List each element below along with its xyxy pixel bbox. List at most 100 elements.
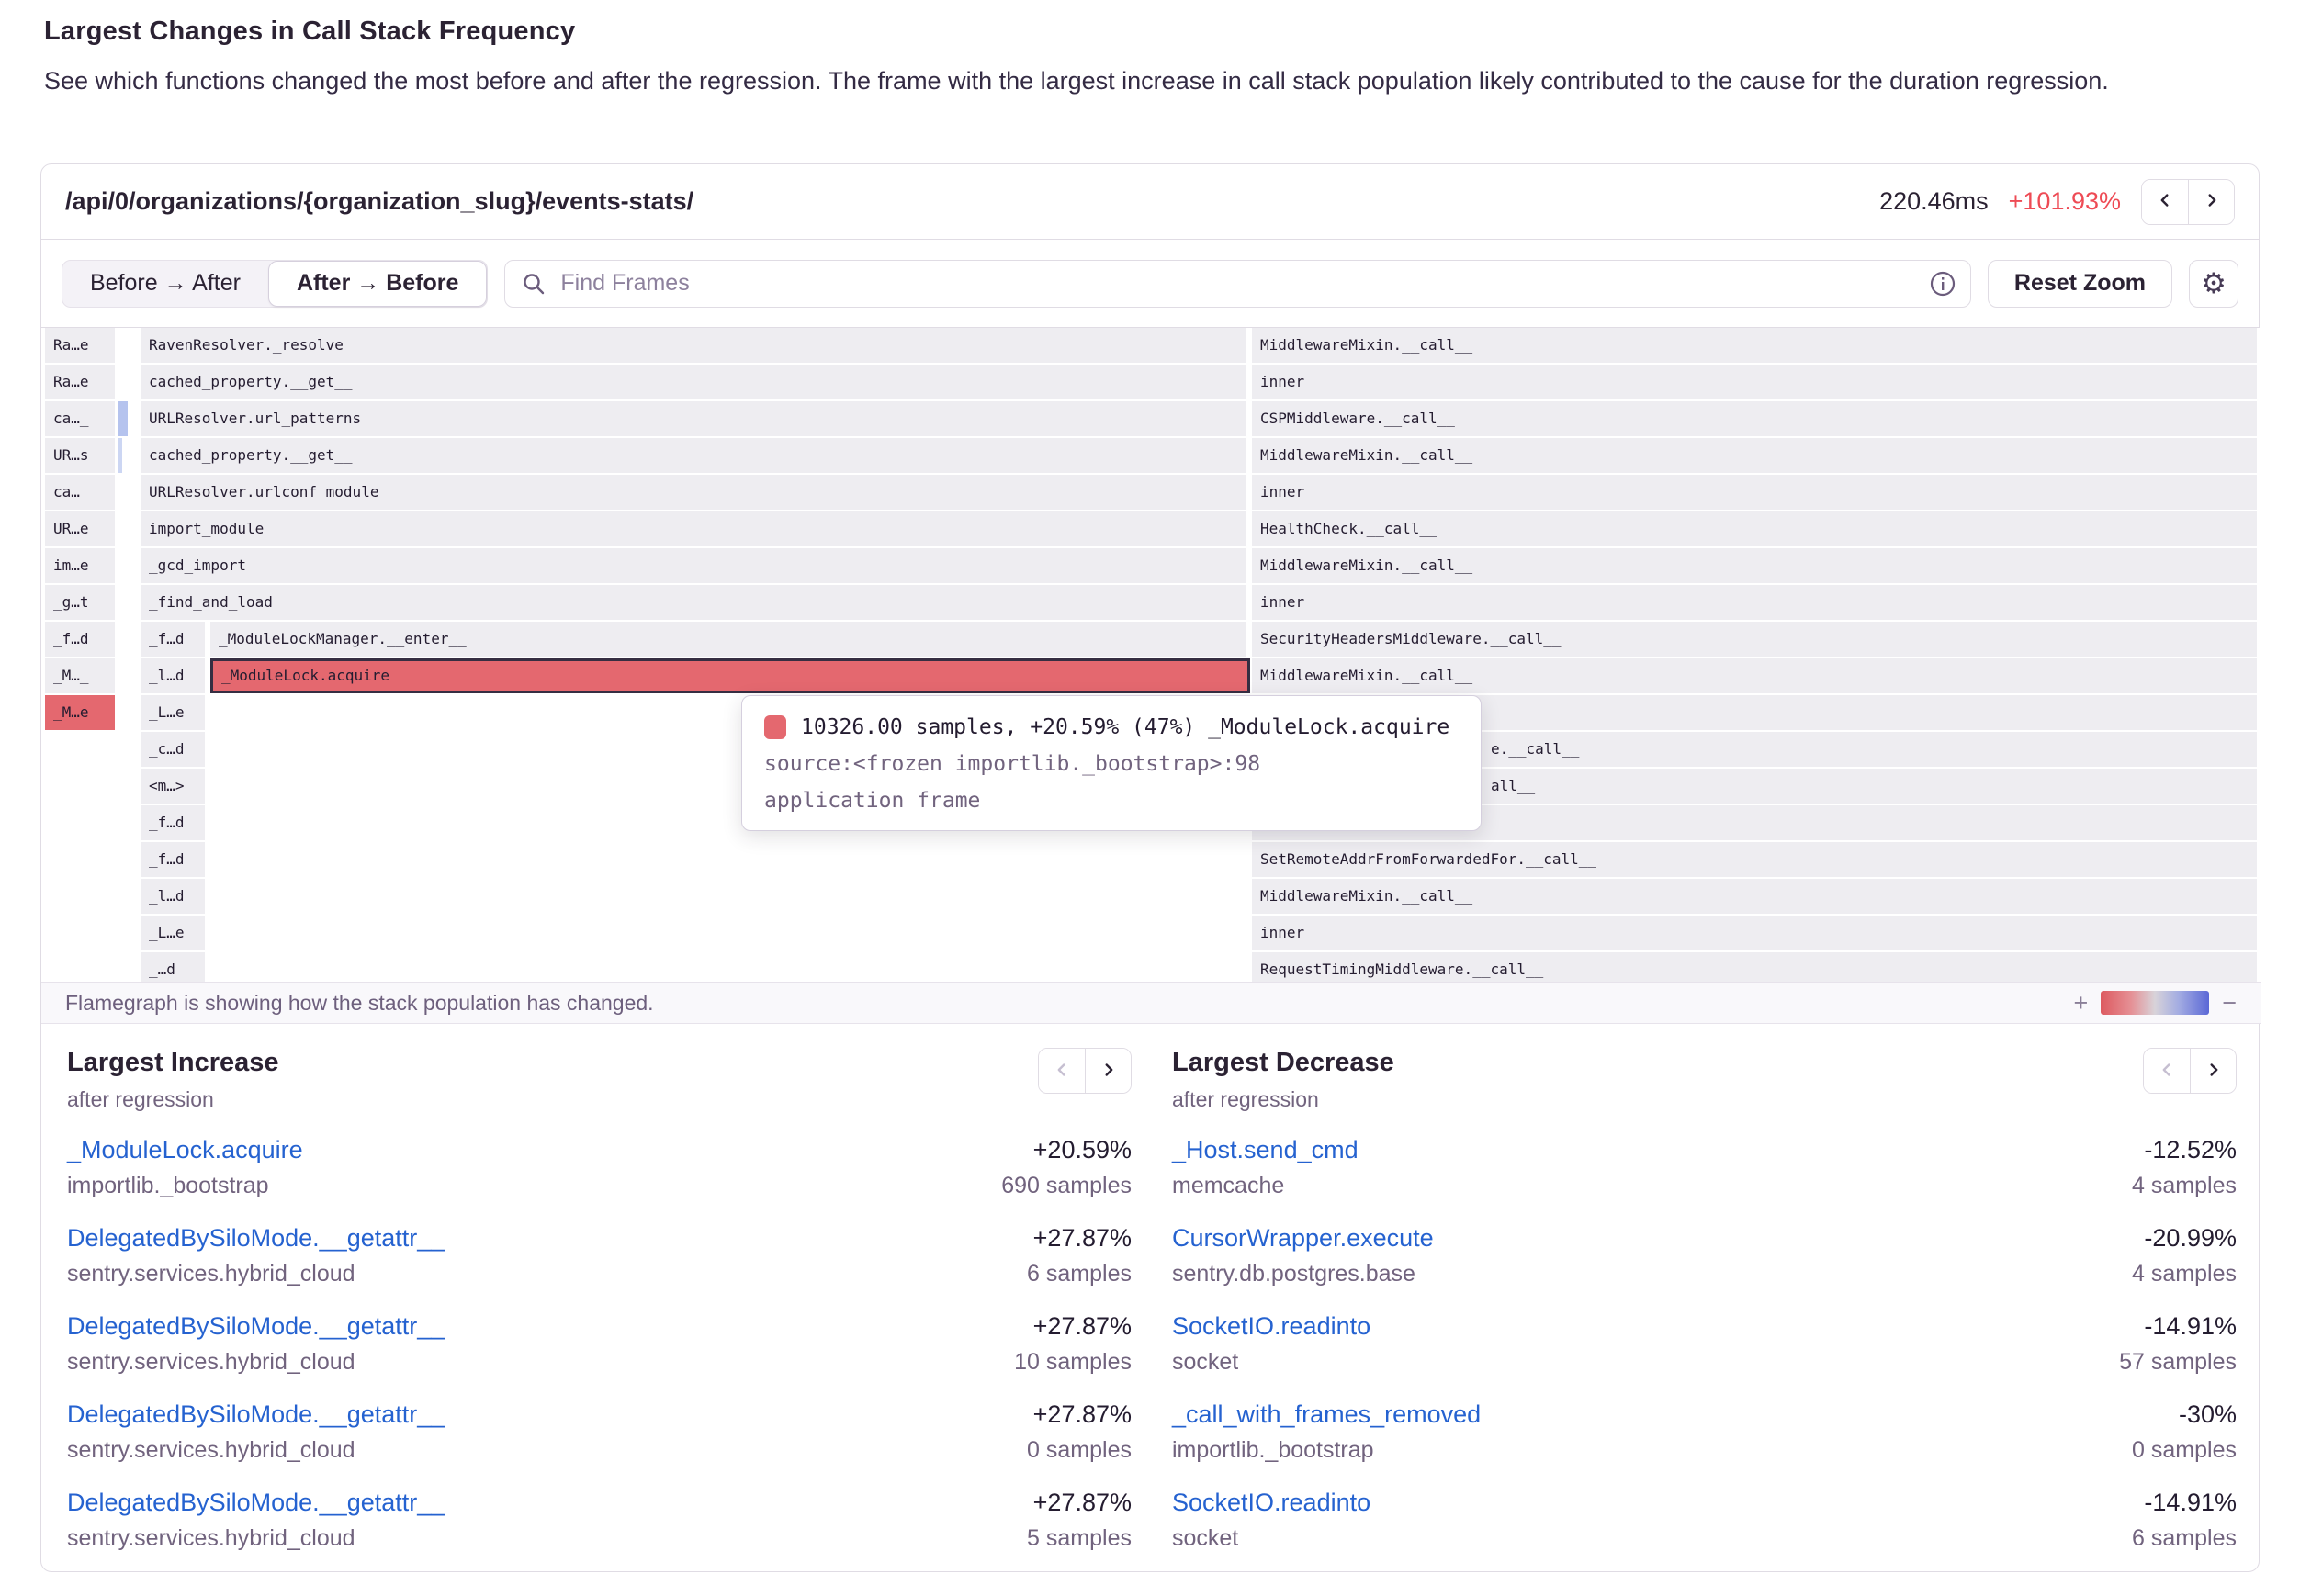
settings-button[interactable]: ⚙ <box>2189 260 2238 308</box>
flame-frame-left[interactable]: _L…e <box>141 695 205 730</box>
legend-minus-sign: − <box>2222 989 2237 1017</box>
function-entry: DelegatedBySiloMode.__getattr__sentry.se… <box>67 1224 1132 1287</box>
flame-frame-chip[interactable] <box>118 438 122 473</box>
function-link[interactable]: _Host.send_cmd <box>1172 1136 1359 1164</box>
flame-frame-right[interactable]: SecurityHeadersMiddleware.__call__ <box>1252 622 2257 657</box>
flame-frame-left[interactable]: UR…s <box>45 438 115 473</box>
flame-frame-left[interactable]: _…d <box>141 952 205 982</box>
function-link[interactable]: SocketIO.readinto <box>1172 1489 1370 1517</box>
change-percent: -30% <box>2132 1400 2237 1429</box>
flame-frame-left[interactable]: <m…> <box>141 769 205 804</box>
sample-count: 10 samples <box>1014 1349 1132 1376</box>
flame-frame-left[interactable]: ca…_ <box>45 475 115 510</box>
function-link[interactable]: DelegatedBySiloMode.__getattr__ <box>67 1312 445 1341</box>
function-link[interactable]: _call_with_frames_removed <box>1172 1400 1481 1429</box>
toggle-after-before[interactable]: After → Before <box>268 261 487 307</box>
intro-section: Largest Changes in Call Stack Frequency … <box>44 17 2221 100</box>
flamegraph[interactable]: Ra…eRavenResolver._resolveMiddlewareMixi… <box>41 328 2261 982</box>
flame-frame-left[interactable]: _f…d <box>141 805 205 840</box>
flame-frame-left[interactable]: _L…e <box>141 916 205 950</box>
flame-frame-left[interactable]: _g…t <box>45 585 115 620</box>
decrease-pager <box>2143 1048 2237 1094</box>
sample-count: 6 samples <box>2132 1525 2237 1552</box>
flame-frame-left[interactable]: ca…_ <box>45 401 115 436</box>
increase-titles: Largest Increase after regression <box>67 1048 279 1112</box>
function-entry: SocketIO.readintosocket-14.91%57 samples <box>1172 1312 2237 1376</box>
transaction-path: /api/0/organizations/{organization_slug}… <box>65 187 693 216</box>
flame-frame-right[interactable]: inner <box>1252 475 2257 510</box>
change-percent: -14.91% <box>2119 1312 2237 1341</box>
function-link[interactable]: CursorWrapper.execute <box>1172 1224 1434 1253</box>
flame-frame[interactable]: URLResolver.url_patterns <box>141 401 1246 436</box>
decrease-prev-button[interactable] <box>2144 1049 2190 1093</box>
flame-frame-right[interactable]: RequestTimingMiddleware.__call__ <box>1252 952 2257 982</box>
flame-frame-chip[interactable] <box>118 401 128 436</box>
flame-frame-right[interactable]: HealthCheck.__call__ <box>1252 511 2257 546</box>
function-module: sentry.services.hybrid_cloud <box>67 1525 445 1552</box>
flame-frame-selected[interactable]: _ModuleLock.acquire <box>210 658 1250 693</box>
search-input[interactable] <box>504 260 1971 308</box>
flame-frame[interactable]: URLResolver.urlconf_module <box>141 475 1246 510</box>
toggle-before-after[interactable]: Before → After <box>62 261 268 307</box>
flame-frame-right[interactable]: CSPMiddleware.__call__ <box>1252 401 2257 436</box>
summary-panels: Largest Increase after regression _Modul… <box>41 1024 2261 1573</box>
reset-zoom-button[interactable]: Reset Zoom <box>1988 260 2172 308</box>
flame-frame-left[interactable]: im…e <box>45 548 115 583</box>
tooltip-source: source:<frozen importlib._bootstrap>:98 <box>764 746 1459 782</box>
flame-frame-left[interactable]: _f…d <box>141 622 205 657</box>
flame-frame[interactable]: _find_and_load <box>141 585 1246 620</box>
flame-frame-left[interactable]: _M…e <box>45 695 115 730</box>
flame-frame[interactable]: import_module <box>141 511 1246 546</box>
flame-frame-right[interactable]: MiddlewareMixin.__call__ <box>1252 548 2257 583</box>
flame-frame-right[interactable]: inner <box>1252 916 2257 950</box>
flame-frame[interactable]: cached_property.__get__ <box>141 365 1246 399</box>
flame-frame-right[interactable]: inner <box>1252 585 2257 620</box>
change-percent: +20.59% <box>1001 1136 1132 1164</box>
function-link[interactable]: DelegatedBySiloMode.__getattr__ <box>67 1400 445 1429</box>
function-link[interactable]: SocketIO.readinto <box>1172 1312 1370 1341</box>
flame-frame-left[interactable]: _l…d <box>141 879 205 914</box>
flame-frame-right[interactable]: MiddlewareMixin.__call__ <box>1252 438 2257 473</box>
flame-frame-left[interactable]: _c…d <box>141 732 205 767</box>
tooltip-summary: 10326.00 samples, +20.59% (47%) _ModuleL… <box>801 715 1449 739</box>
increase-next-button[interactable] <box>1085 1049 1131 1093</box>
function-link[interactable]: DelegatedBySiloMode.__getattr__ <box>67 1489 445 1517</box>
flame-frame-right[interactable]: MiddlewareMixin.__call__ <box>1252 879 2257 914</box>
prev-transaction-button[interactable] <box>2142 180 2188 224</box>
flame-frame[interactable]: _ModuleLockManager.__enter__ <box>210 622 1246 657</box>
function-link[interactable]: DelegatedBySiloMode.__getattr__ <box>67 1224 445 1253</box>
gear-icon: ⚙ <box>2201 267 2227 300</box>
function-entry: _call_with_frames_removedimportlib._boot… <box>1172 1400 2237 1464</box>
flame-frame-left[interactable]: UR…e <box>45 511 115 546</box>
find-frames-search <box>504 260 1971 308</box>
flame-frame-left[interactable]: Ra…e <box>45 365 115 399</box>
function-module: memcache <box>1172 1173 1359 1199</box>
info-circle-icon[interactable] <box>1929 270 1956 298</box>
next-transaction-button[interactable] <box>2188 180 2234 224</box>
change-percent: +27.87% <box>1027 1224 1132 1253</box>
function-module: sentry.db.postgres.base <box>1172 1261 1434 1287</box>
flame-frame[interactable]: cached_property.__get__ <box>141 438 1246 473</box>
flame-frame-right[interactable]: SetRemoteAddrFromForwardedFor.__call__ <box>1252 842 2257 877</box>
flame-frame[interactable]: RavenResolver._resolve <box>141 328 1246 363</box>
increase-prev-button[interactable] <box>1039 1049 1085 1093</box>
flame-frame-left[interactable]: _f…d <box>141 842 205 877</box>
chevron-right-icon <box>2204 1060 2224 1083</box>
flame-frame-left[interactable]: Ra…e <box>45 328 115 363</box>
flame-frame-left[interactable]: _f…d <box>45 622 115 657</box>
diff-color-legend: + − <box>2073 989 2237 1017</box>
duration-value: 220.46ms <box>1879 187 1989 216</box>
increase-pager <box>1038 1048 1132 1094</box>
frame-color-swatch <box>764 715 786 739</box>
decrease-next-button[interactable] <box>2190 1049 2236 1093</box>
sample-count: 0 samples <box>2132 1437 2237 1464</box>
change-percent: -20.99% <box>2132 1224 2237 1253</box>
function-entry: DelegatedBySiloMode.__getattr__sentry.se… <box>67 1312 1132 1376</box>
flame-frame-left[interactable]: _l…d <box>141 658 205 693</box>
flame-frame-right[interactable]: inner <box>1252 365 2257 399</box>
flame-frame-right[interactable]: MiddlewareMixin.__call__ <box>1252 658 2257 693</box>
flame-frame-right[interactable]: MiddlewareMixin.__call__ <box>1252 328 2257 363</box>
flame-frame-left[interactable]: _M…_ <box>45 658 115 693</box>
flame-frame[interactable]: _gcd_import <box>141 548 1246 583</box>
function-link[interactable]: _ModuleLock.acquire <box>67 1136 303 1164</box>
